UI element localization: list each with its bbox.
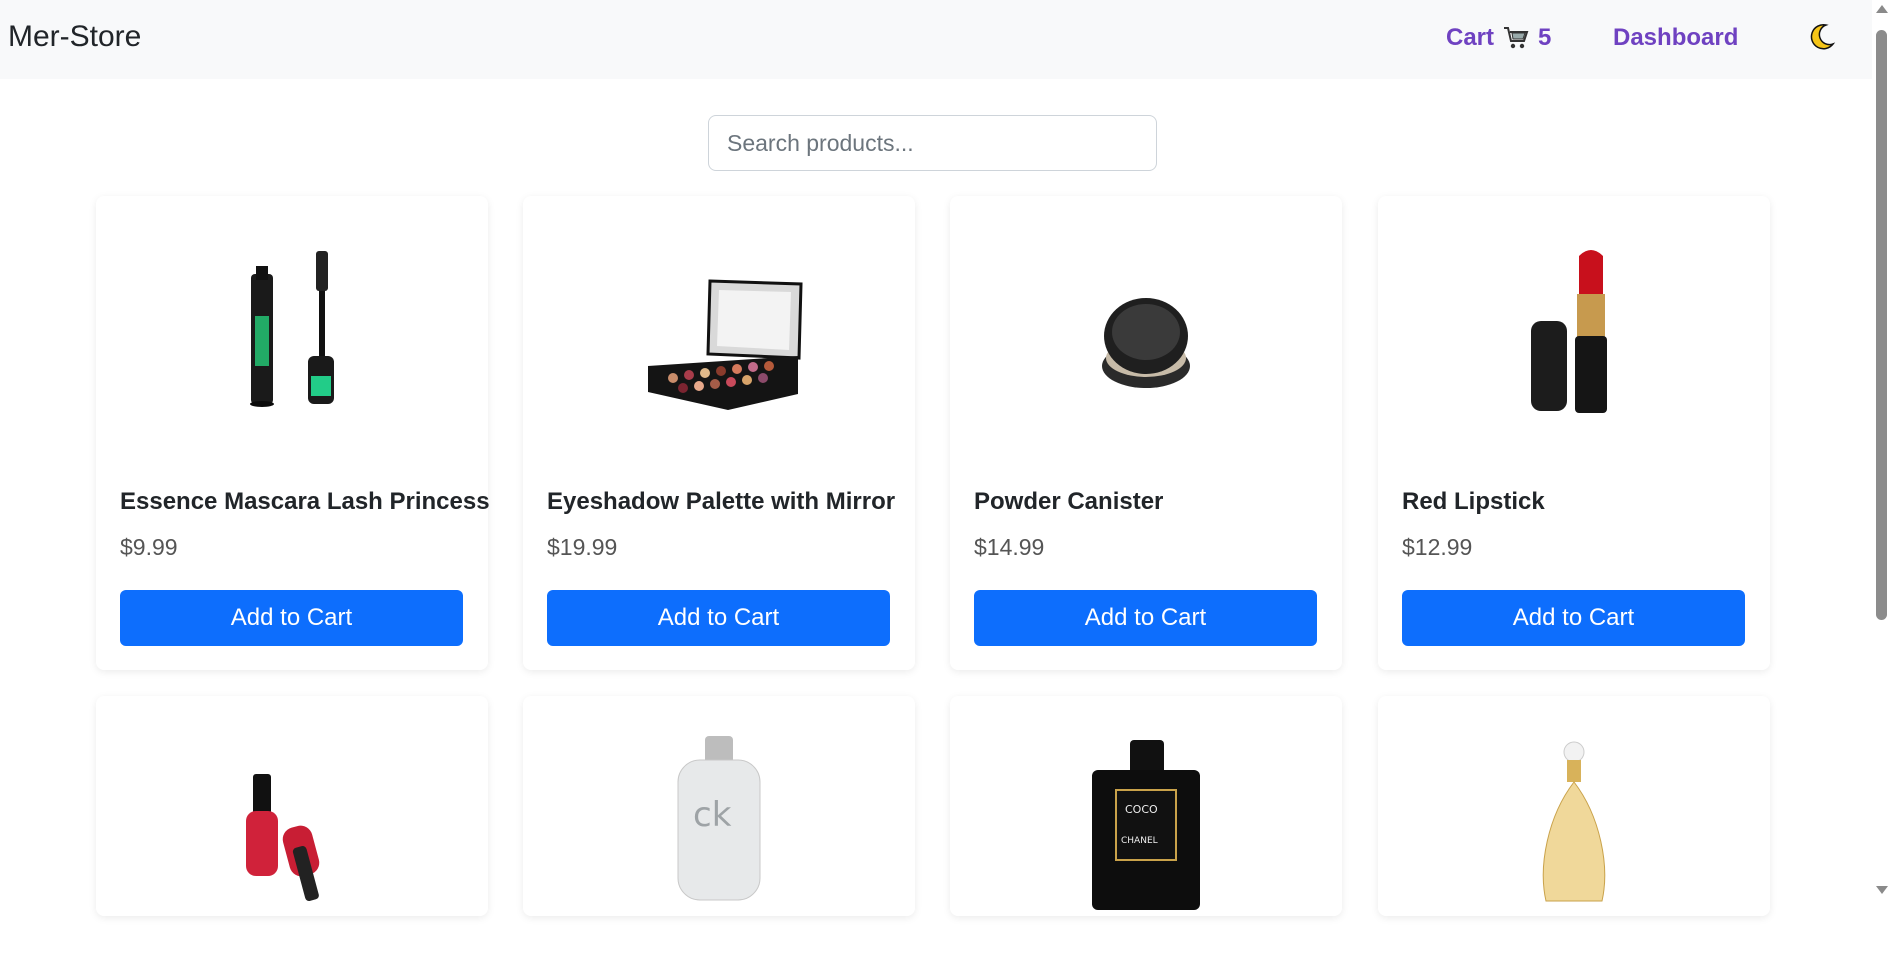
product-title[interactable]: Essence Mascara Lash Princess (120, 488, 490, 516)
mascara-product-image (250, 251, 334, 407)
eyeshadow-palette-product-image (648, 279, 803, 410)
ck-one-perfume-product-image: ck (677, 736, 761, 901)
red-lipstick-product-image (1531, 250, 1607, 413)
dashboard-link[interactable]: Dashboard (1613, 24, 1738, 52)
cart-label: Cart (1446, 24, 1495, 51)
add-to-cart-button[interactable]: Add to Cart (1402, 590, 1745, 646)
add-to-cart-button[interactable]: Add to Cart (547, 590, 890, 646)
product-card: Eyeshadow Palette with Mirror $19.99 Add… (523, 196, 915, 670)
product-card (96, 696, 488, 916)
page-scrollbar[interactable] (1872, 0, 1891, 899)
product-card: Powder Canister $14.99 Add to Cart (950, 196, 1342, 670)
product-card: Red Lipstick $12.99 Add to Cart (1378, 196, 1770, 670)
product-card (1378, 696, 1770, 916)
svg-text:COCO: COCO (1125, 803, 1158, 816)
powder-canister-product-image (1102, 298, 1190, 388)
brand-logo[interactable]: Mer-Store (8, 20, 141, 54)
product-price: $9.99 (120, 534, 178, 560)
product-price: $14.99 (974, 534, 1045, 560)
product-card: ck (523, 696, 915, 916)
svg-text:CHANEL: CHANEL (1121, 836, 1158, 846)
cart-count: 5 (1538, 24, 1552, 51)
product-card: COCO CHANEL (950, 696, 1342, 916)
product-card: Essence Mascara Lash Princess $9.99 Add … (96, 196, 490, 670)
shopping-cart-icon (1504, 27, 1529, 49)
svg-text:ck: ck (693, 795, 732, 835)
product-title[interactable]: Powder Canister (974, 488, 1163, 516)
chanel-coco-perfume-product-image: COCO CHANEL (1092, 740, 1200, 910)
cart-link[interactable]: Cart 5 (1446, 24, 1551, 52)
scroll-down-arrow-icon[interactable] (1876, 886, 1888, 894)
scroll-up-arrow-icon[interactable] (1876, 5, 1888, 13)
navbar: Mer-Store Cart 5 Dashboard (0, 0, 1872, 79)
product-price: $12.99 (1402, 534, 1473, 560)
nail-polish-product-image (246, 774, 320, 901)
product-title[interactable]: Red Lipstick (1402, 488, 1545, 516)
moon-icon[interactable] (1806, 22, 1836, 52)
dior-jadore-perfume-product-image (1542, 741, 1606, 902)
scroll-thumb[interactable] (1876, 30, 1887, 620)
product-price: $19.99 (547, 534, 618, 560)
add-to-cart-button[interactable]: Add to Cart (974, 590, 1317, 646)
search-input[interactable] (708, 115, 1157, 171)
add-to-cart-button[interactable]: Add to Cart (120, 590, 463, 646)
product-title[interactable]: Eyeshadow Palette with Mirror (547, 488, 895, 516)
